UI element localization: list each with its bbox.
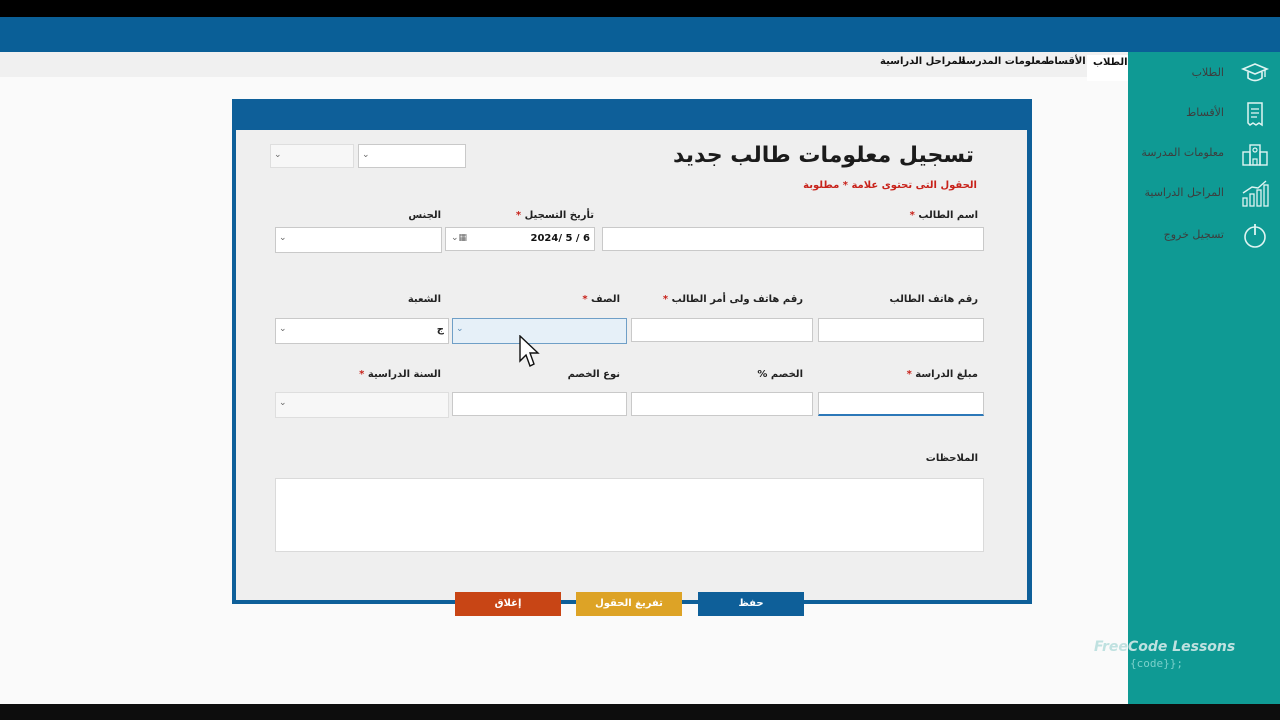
tab-strip: الطلاب الأقساط معلومات المدرسة المراحل ا… bbox=[0, 52, 1134, 81]
app-window: الطلاب الأقساط معلومات المدرسة المراحل ا… bbox=[0, 17, 1280, 704]
school-year-dropdown[interactable]: ⌄ bbox=[275, 392, 449, 418]
sidebar-item-logout[interactable]: تسجيل خروج bbox=[1128, 219, 1280, 253]
sidebar-item-label: تسجيل خروج bbox=[1163, 228, 1224, 241]
page-title: تسجيل معلومات طالب جديد bbox=[673, 143, 974, 168]
student-name-label: اسم الطالب * bbox=[909, 210, 978, 221]
reg-date-label: تأريخ التسجيل * bbox=[515, 210, 594, 221]
chevron-down-icon: ⌄ bbox=[456, 324, 464, 334]
sidebar-item-label: المراحل الدراسية bbox=[1144, 186, 1224, 199]
notes-textarea[interactable] bbox=[275, 478, 984, 552]
clear-fields-button[interactable]: تفريغ الحقول bbox=[576, 592, 682, 616]
power-icon bbox=[1240, 221, 1270, 251]
notes-label: الملاحظات bbox=[925, 453, 978, 464]
close-button[interactable]: إغلاق bbox=[455, 592, 561, 616]
school-building-icon bbox=[1240, 139, 1270, 169]
chevron-down-icon: ⌄ bbox=[279, 398, 287, 408]
sidebar-item-label: الطلاب bbox=[1191, 66, 1224, 79]
gender-label: الجنس bbox=[408, 210, 441, 221]
class-label: الصف * bbox=[582, 294, 620, 305]
reg-date-value: 2024/ 5 / 6 bbox=[530, 233, 591, 244]
graduation-cap-icon bbox=[1240, 59, 1270, 89]
bottom-bar bbox=[0, 704, 1280, 720]
sidebar-item-school-info[interactable]: معلومات المدرسة bbox=[1128, 137, 1280, 171]
chevron-down-icon: ⌄ bbox=[279, 324, 287, 334]
receipt-icon bbox=[1240, 99, 1270, 129]
watermark-logo: FreeCode Lessons bbox=[1094, 639, 1236, 655]
save-button[interactable]: حفظ bbox=[698, 592, 804, 616]
fee-field[interactable] bbox=[818, 392, 984, 416]
discount-pct-field[interactable] bbox=[631, 392, 813, 416]
sidebar-item-students[interactable]: الطلاب bbox=[1128, 57, 1280, 91]
chevron-down-icon: ⌄ bbox=[274, 150, 282, 160]
discount-pct-label: الخصم % bbox=[757, 369, 803, 380]
required-fields-note: الحقول التى تحتوى علامة * مطلوبة bbox=[803, 180, 977, 191]
extra-dropdown-disabled[interactable]: ⌄ bbox=[270, 144, 354, 168]
tab-installments[interactable]: الأقساط bbox=[1044, 56, 1086, 67]
sidebar-item-study-stages[interactable]: المراحل الدراسية bbox=[1128, 177, 1280, 211]
discount-type-label: نوع الخصم bbox=[567, 369, 620, 380]
sidebar-item-label: الأقساط bbox=[1186, 106, 1224, 119]
reg-date-picker[interactable]: 2024/ 5 / 6 ⌄▦ bbox=[445, 227, 595, 251]
school-year-label: السنة الدراسية * bbox=[359, 369, 441, 380]
section-label: الشعبة bbox=[407, 294, 441, 305]
growth-chart-icon bbox=[1240, 179, 1270, 209]
mouse-cursor-icon bbox=[519, 334, 541, 369]
extra-dropdown[interactable]: ⌄ bbox=[358, 144, 466, 168]
student-name-field[interactable] bbox=[602, 227, 984, 251]
calendar-icon[interactable]: ⌄▦ bbox=[451, 233, 467, 243]
title-bar bbox=[0, 17, 1280, 52]
fee-label: مبلغ الدراسة * bbox=[906, 369, 978, 380]
sidebar-item-installments[interactable]: الأقساط bbox=[1128, 97, 1280, 131]
guardian-phone-field[interactable] bbox=[631, 318, 813, 342]
section-dropdown[interactable]: ⌄ ج bbox=[275, 318, 449, 344]
watermark-logo-sub: {code}}; bbox=[1130, 657, 1183, 670]
sidebar-item-label: معلومات المدرسة bbox=[1141, 146, 1224, 159]
tab-school-info[interactable]: معلومات المدرسة bbox=[960, 56, 1047, 67]
sidebar: الطلاب الأقساط معلومات المدرسة المراحل ا… bbox=[1094, 52, 1280, 704]
register-student-dialog: ⌄ ⌄ تسجيل معلومات طالب جديد الحقول التى … bbox=[232, 99, 1032, 616]
chevron-down-icon: ⌄ bbox=[362, 150, 370, 160]
guardian-phone-label: رقم هاتف ولى أمر الطالب * bbox=[662, 294, 803, 305]
section-value: ج bbox=[436, 324, 444, 335]
tab-study-stages[interactable]: المراحل الدراسية bbox=[880, 56, 965, 67]
gender-dropdown[interactable]: ⌄ bbox=[275, 227, 442, 253]
dialog-body: ⌄ ⌄ تسجيل معلومات طالب جديد الحقول التى … bbox=[236, 130, 1027, 616]
chevron-down-icon: ⌄ bbox=[279, 233, 287, 243]
discount-type-field[interactable] bbox=[452, 392, 627, 416]
student-phone-field[interactable] bbox=[818, 318, 984, 342]
student-phone-label: رقم هاتف الطالب bbox=[889, 294, 978, 305]
tab-students[interactable]: الطلاب bbox=[1087, 55, 1134, 81]
